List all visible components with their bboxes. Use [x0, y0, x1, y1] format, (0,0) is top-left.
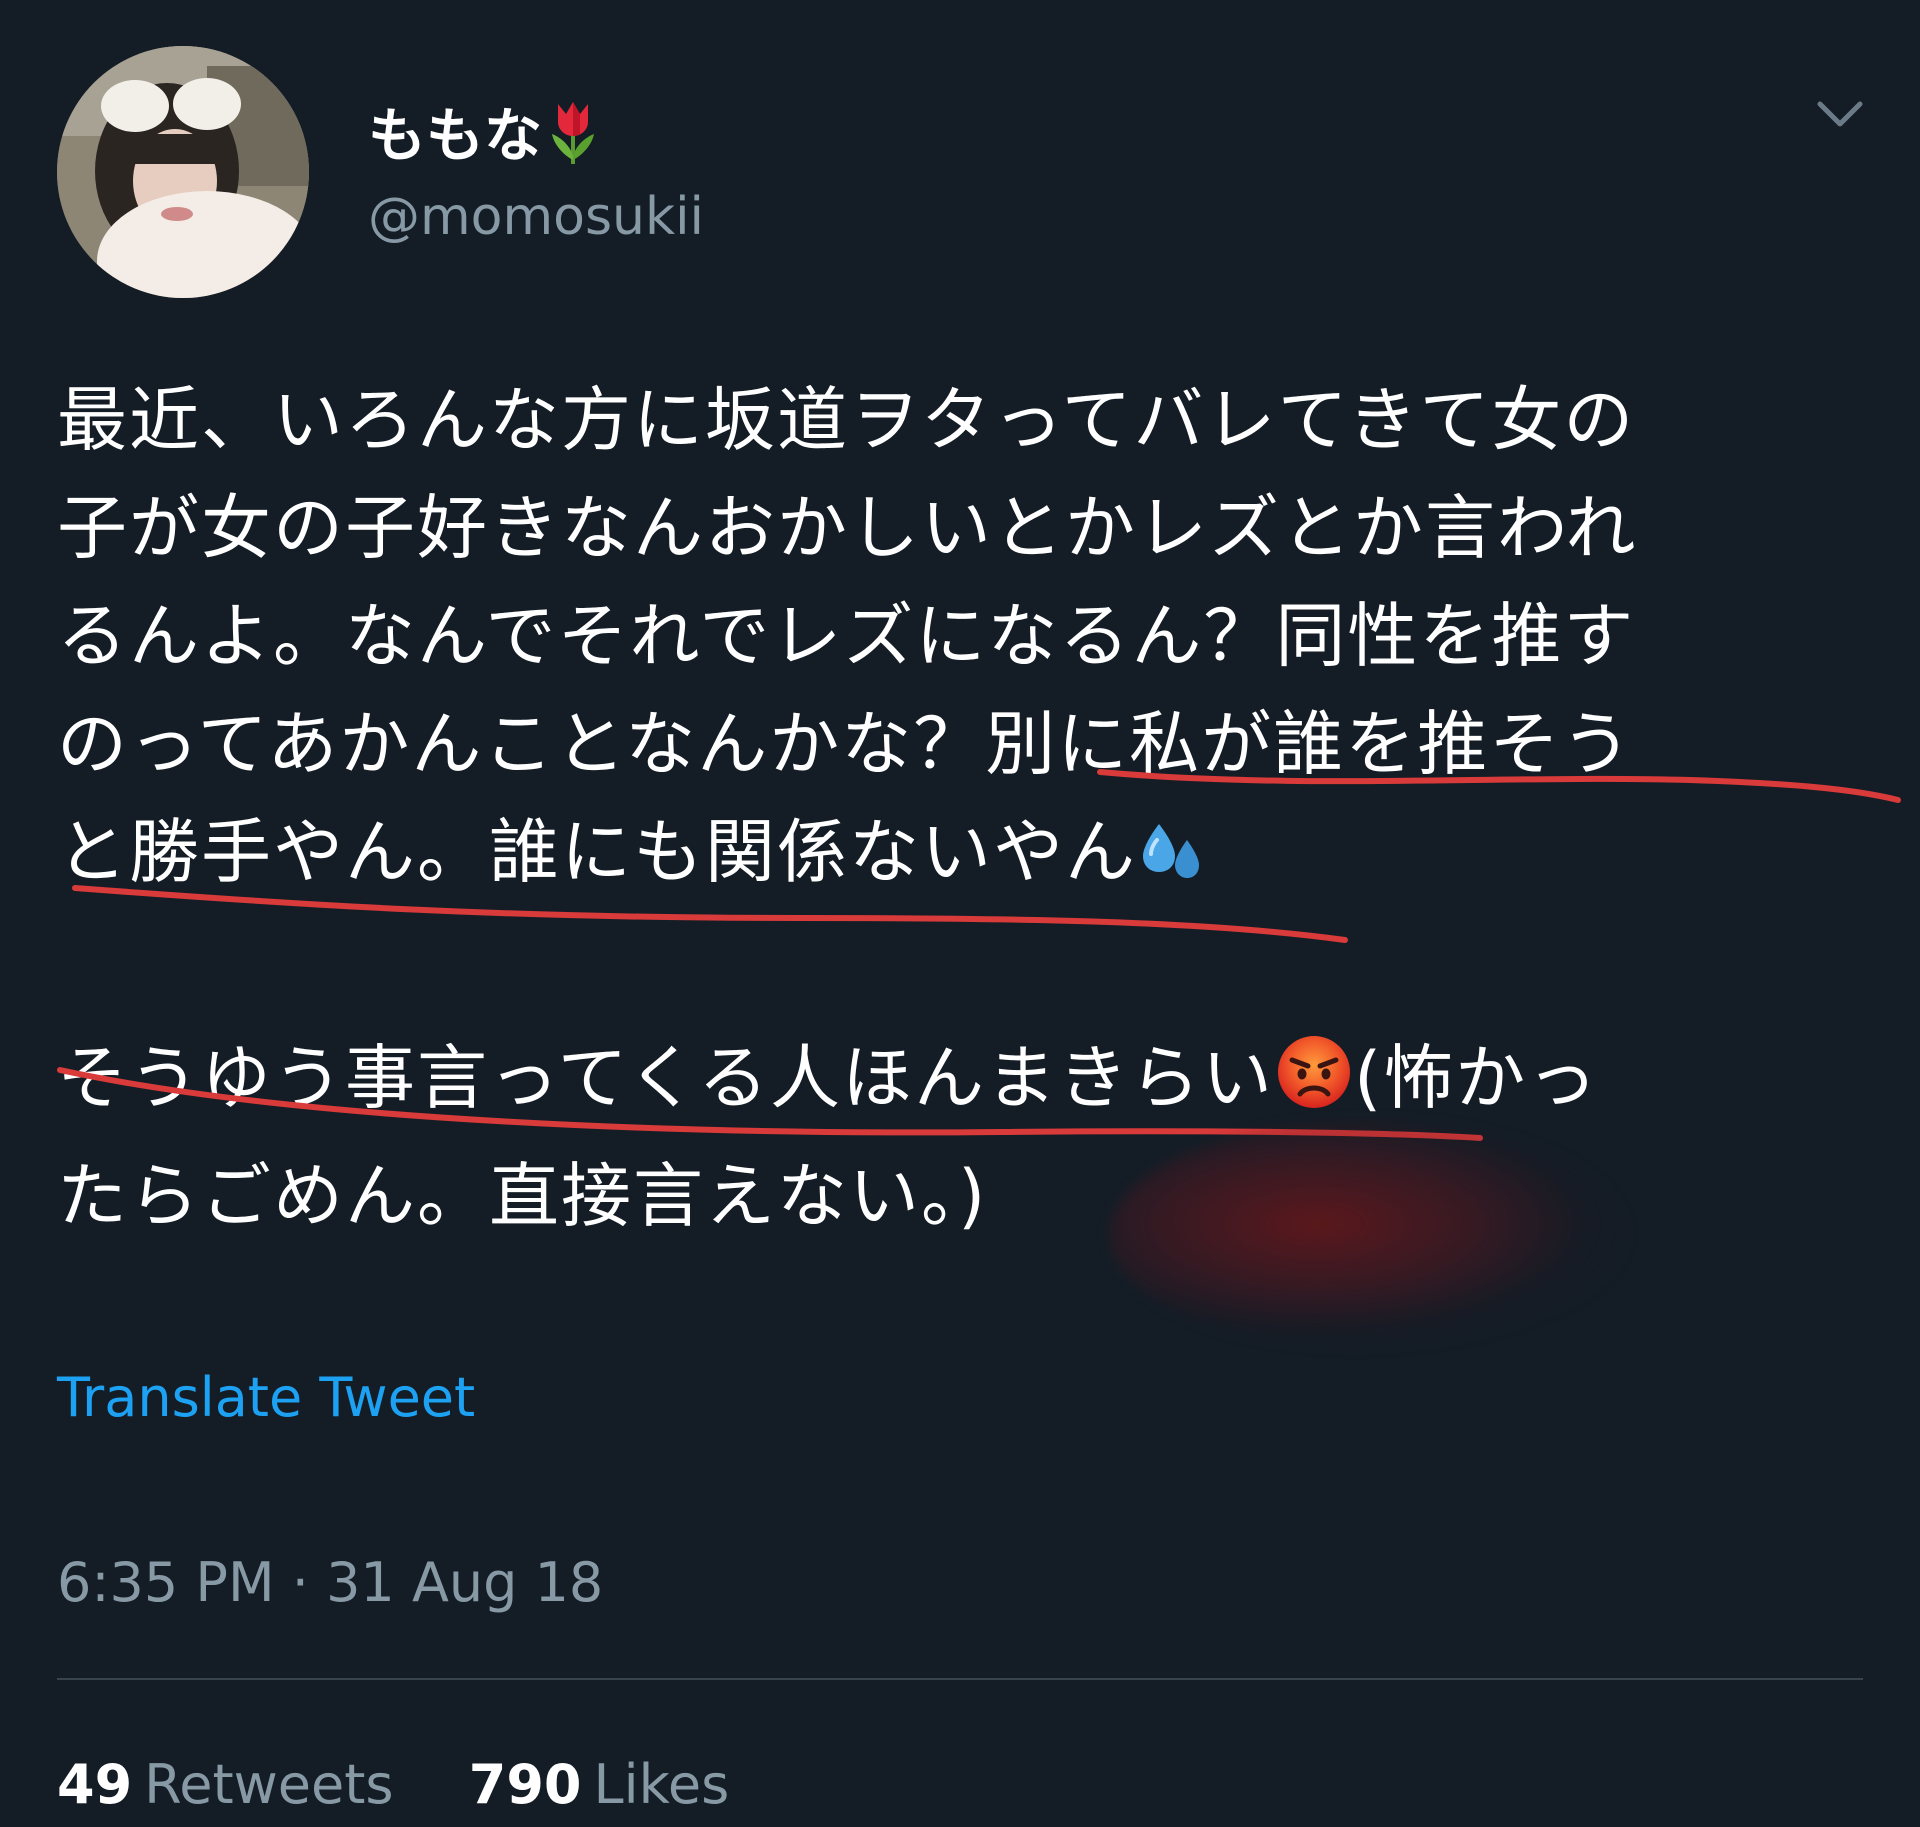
engagement-stats: 49 Retweets 790 Likes: [57, 1752, 787, 1818]
tweet-text-line: るんよ。なんでそれでレズになるん？同性を推す: [57, 595, 1636, 677]
likes-label: Likes: [593, 1753, 730, 1816]
translate-tweet-link[interactable]: Translate Tweet: [57, 1365, 475, 1431]
tweet-timestamp[interactable]: 6:35 PM · 31 Aug 18: [57, 1550, 603, 1616]
retweets-count: 49: [57, 1753, 133, 1816]
tweet-text-line: 子が女の子好きなんおかしいとかレズとか言われ: [57, 487, 1638, 569]
divider: [57, 1678, 1863, 1680]
tweet-text-line: 最近、いろんな方に坂道ヲタってバレてきて女の: [57, 379, 1636, 461]
likes-stat[interactable]: 790 Likes: [469, 1752, 730, 1818]
redacted-scribble: [1110, 1120, 1630, 1350]
likes-count: 790: [468, 1753, 582, 1816]
tweet-text-line: そうゆう事言ってくる人ほんまきらい (怖かっ: [57, 1024, 1877, 1142]
tweet-text: 最近、いろんな方に坂道ヲタってバレてきて女の 子が女の子好きなんおかしいとかレズ…: [57, 366, 1877, 1250]
chevron-down-icon[interactable]: [1810, 94, 1870, 138]
display-name[interactable]: ももな: [368, 98, 602, 181]
tweet-text-line: と勝手やん。誰にも関係ないやん: [57, 798, 1877, 916]
avatar[interactable]: [57, 46, 309, 298]
user-handle[interactable]: @momosukii: [368, 186, 704, 248]
retweets-label: Retweets: [144, 1753, 394, 1816]
tweet-text-line: のってあかんことなんかな？別に私が誰を推そう: [57, 703, 1634, 785]
tweet-card: ももな @momosukii 最近、いろんな方に坂道ヲタってバレてきて女の 子が…: [0, 0, 1920, 1827]
sweat-droplets-icon: [1137, 808, 1207, 916]
tulip-icon: [544, 98, 602, 181]
retweets-stat[interactable]: 49 Retweets: [57, 1752, 394, 1818]
